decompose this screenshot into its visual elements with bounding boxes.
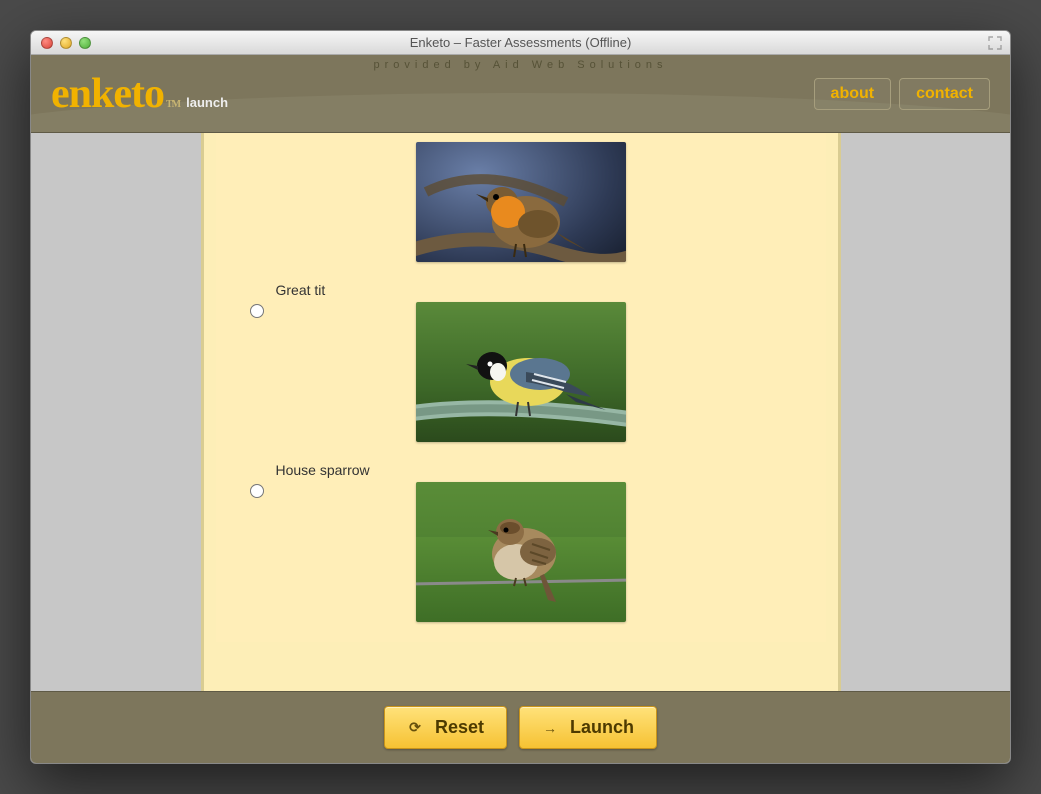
reset-button-label: Reset xyxy=(435,717,484,738)
bird-image-great-tit xyxy=(416,302,626,442)
option-image-wrap xyxy=(246,142,796,262)
expand-icon[interactable] xyxy=(988,36,1002,50)
nav-about[interactable]: about xyxy=(814,78,892,110)
content-area: Great tit xyxy=(31,133,1010,691)
window-title: Enketo – Faster Assessments (Offline) xyxy=(31,35,1010,50)
refresh-icon: ⟳ xyxy=(407,719,423,736)
close-icon[interactable] xyxy=(41,37,53,49)
option-house-sparrow[interactable]: House sparrow xyxy=(246,462,796,622)
brand-name: enketo xyxy=(51,70,164,118)
option-image-wrap xyxy=(246,302,796,442)
reset-button[interactable]: ⟳ Reset xyxy=(384,706,507,749)
nav-contact[interactable]: contact xyxy=(899,78,990,110)
form-inner: Great tit xyxy=(216,133,826,642)
app-window: Enketo – Faster Assessments (Offline) pr… xyxy=(30,30,1011,764)
bird-image-house-sparrow xyxy=(416,482,626,622)
bird-image-robin xyxy=(416,142,626,262)
form-canvas: Great tit xyxy=(201,133,841,691)
launch-button-label: Launch xyxy=(570,717,634,738)
header-nav: about contact xyxy=(814,78,990,110)
launch-button[interactable]: → Launch xyxy=(519,706,657,749)
minimize-icon[interactable] xyxy=(60,37,72,49)
brand-subtitle: launch xyxy=(186,95,228,110)
option-great-tit[interactable]: Great tit xyxy=(246,282,796,442)
radio-house-sparrow[interactable] xyxy=(250,484,264,498)
option-label: House sparrow xyxy=(276,462,796,478)
arrow-right-icon: → xyxy=(542,720,558,736)
trademark-icon: TM xyxy=(166,99,180,110)
app-header: provided by Aid Web Solutions enketoTM l… xyxy=(31,55,1010,133)
window-titlebar: Enketo – Faster Assessments (Offline) xyxy=(31,31,1010,55)
brand-logo[interactable]: enketoTM launch xyxy=(51,70,228,118)
radio-great-tit[interactable] xyxy=(250,304,264,318)
zoom-icon[interactable] xyxy=(79,37,91,49)
option-image-wrap xyxy=(246,482,796,622)
option-label: Great tit xyxy=(276,282,796,298)
footer-bar: ⟳ Reset → Launch xyxy=(31,691,1010,763)
window-controls xyxy=(41,37,91,49)
option-robin[interactable] xyxy=(246,142,796,262)
